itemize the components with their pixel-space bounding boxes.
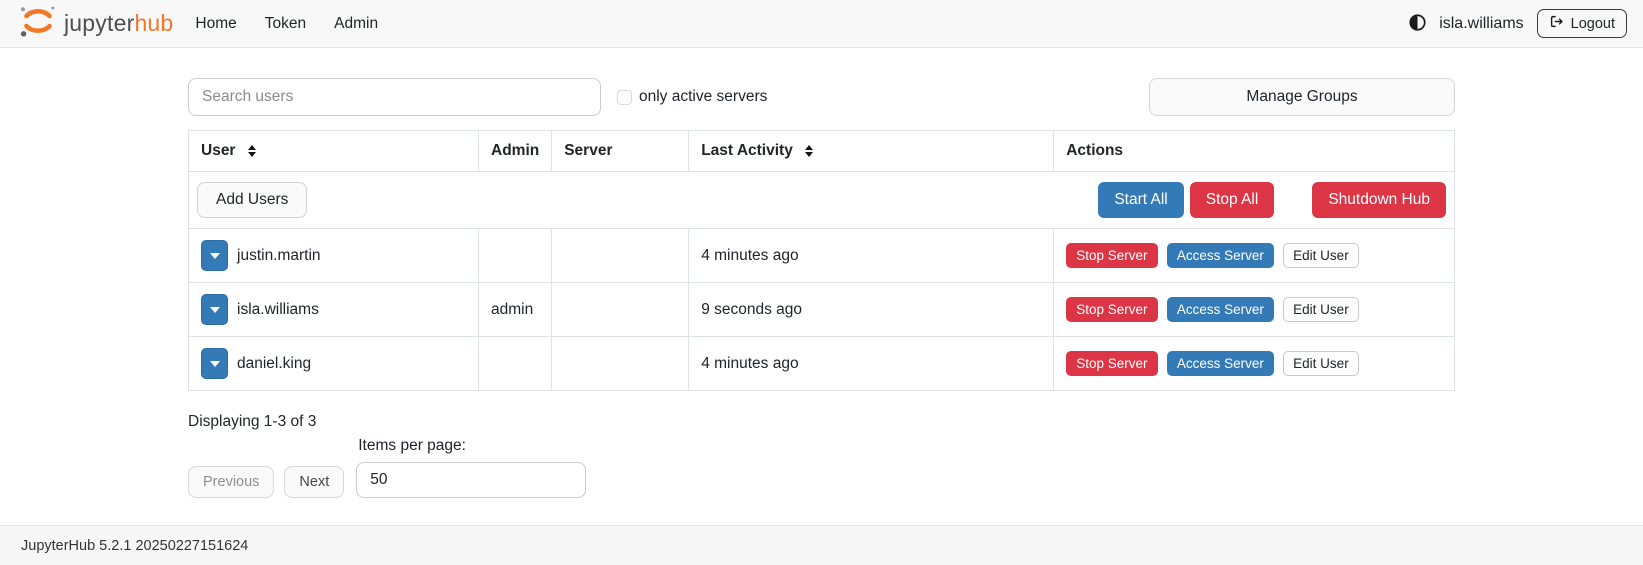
user-dropdown-button[interactable] (201, 348, 228, 379)
navbar: jupyterhub Home Token Admin isla.william… (0, 0, 1643, 48)
column-header-admin: Admin (479, 131, 552, 172)
last-activity-cell: 4 minutes ago (689, 229, 1054, 283)
column-header-actions: Actions (1054, 131, 1455, 172)
column-header-user[interactable]: User (189, 131, 479, 172)
nav-links: Home Token Admin (195, 15, 378, 33)
nav-link-token[interactable]: Token (265, 15, 306, 33)
toolbar: only active servers Manage Groups (188, 78, 1455, 116)
admin-panel: only active servers Manage Groups User A… (188, 78, 1455, 498)
access-server-button[interactable]: Access Server (1167, 297, 1274, 322)
edit-user-button[interactable]: Edit User (1283, 297, 1359, 322)
navbar-right: isla.williams Logout (1409, 9, 1627, 38)
table-row: isla.williams admin 9 seconds ago Stop S… (189, 283, 1455, 337)
add-users-button[interactable]: Add Users (197, 182, 307, 218)
admin-cell (479, 337, 552, 391)
logout-label: Logout (1571, 16, 1615, 32)
access-server-button[interactable]: Access Server (1167, 351, 1274, 376)
server-cell (552, 283, 689, 337)
table-controls-row: Add Users Start All Stop All Shutdown Hu… (189, 172, 1455, 229)
jupyter-logo-icon (16, 3, 60, 44)
jupyterhub-logo[interactable]: jupyterhub (16, 3, 173, 44)
table-row: justin.martin 4 minutes ago Stop Server … (189, 229, 1455, 283)
only-active-servers-label[interactable]: only active servers (639, 88, 767, 106)
sort-icon (248, 145, 256, 157)
footer: JupyterHub 5.2.1 20250227151624 (0, 525, 1643, 565)
users-table: User Admin Server Last Activity Actions … (188, 130, 1455, 391)
previous-page-button[interactable]: Previous (188, 466, 274, 498)
sort-icon (805, 145, 813, 157)
admin-cell: admin (479, 283, 552, 337)
username-cell: justin.martin (237, 247, 321, 265)
table-row: daniel.king 4 minutes ago Stop Server Ac… (189, 337, 1455, 391)
search-input[interactable] (188, 78, 601, 116)
last-activity-header-label: Last Activity (701, 142, 793, 159)
start-all-button[interactable]: Start All (1098, 182, 1183, 218)
caret-down-icon (210, 361, 220, 367)
theme-toggle-button[interactable] (1409, 14, 1426, 34)
admin-cell (479, 229, 552, 283)
user-dropdown-button[interactable] (201, 240, 228, 271)
username-cell: isla.williams (237, 301, 319, 319)
user-dropdown-button[interactable] (201, 294, 228, 325)
logout-button[interactable]: Logout (1537, 9, 1627, 38)
edit-user-button[interactable]: Edit User (1283, 243, 1359, 268)
server-cell (552, 337, 689, 391)
logout-arrow-icon (1549, 14, 1564, 33)
last-activity-cell: 4 minutes ago (689, 337, 1054, 391)
last-activity-cell: 9 seconds ago (689, 283, 1054, 337)
nav-link-home[interactable]: Home (195, 15, 236, 33)
version-text: JupyterHub 5.2.1 20250227151624 (21, 538, 248, 554)
stop-server-button[interactable]: Stop Server (1066, 351, 1157, 376)
server-cell (552, 229, 689, 283)
column-header-last-activity[interactable]: Last Activity (689, 131, 1054, 172)
items-per-page: Items per page: (356, 437, 586, 498)
next-page-button[interactable]: Next (284, 466, 344, 498)
edit-user-button[interactable]: Edit User (1283, 351, 1359, 376)
stop-all-button[interactable]: Stop All (1190, 182, 1275, 218)
pagination-controls: Previous Next Items per page: (188, 437, 1455, 498)
nav-link-admin[interactable]: Admin (334, 15, 378, 33)
half-circle-theme-icon (1409, 14, 1426, 34)
access-server-button[interactable]: Access Server (1167, 243, 1274, 268)
caret-down-icon (210, 253, 220, 259)
active-servers-filter: only active servers (617, 88, 767, 106)
caret-down-icon (210, 307, 220, 313)
items-per-page-input[interactable] (356, 462, 586, 498)
manage-groups-button[interactable]: Manage Groups (1149, 78, 1455, 116)
column-header-server: Server (552, 131, 689, 172)
table-header-row: User Admin Server Last Activity Actions (189, 131, 1455, 172)
pagination-summary: Displaying 1-3 of 3 (188, 413, 1455, 431)
username-cell: daniel.king (237, 355, 311, 373)
only-active-servers-checkbox[interactable] (617, 90, 632, 105)
stop-server-button[interactable]: Stop Server (1066, 297, 1157, 322)
items-per-page-label: Items per page: (358, 437, 586, 455)
shutdown-hub-button[interactable]: Shutdown Hub (1312, 182, 1446, 218)
user-header-label: User (201, 142, 235, 159)
stop-server-button[interactable]: Stop Server (1066, 243, 1157, 268)
current-username: isla.williams (1439, 15, 1523, 33)
brand-text: jupyterhub (64, 10, 173, 37)
